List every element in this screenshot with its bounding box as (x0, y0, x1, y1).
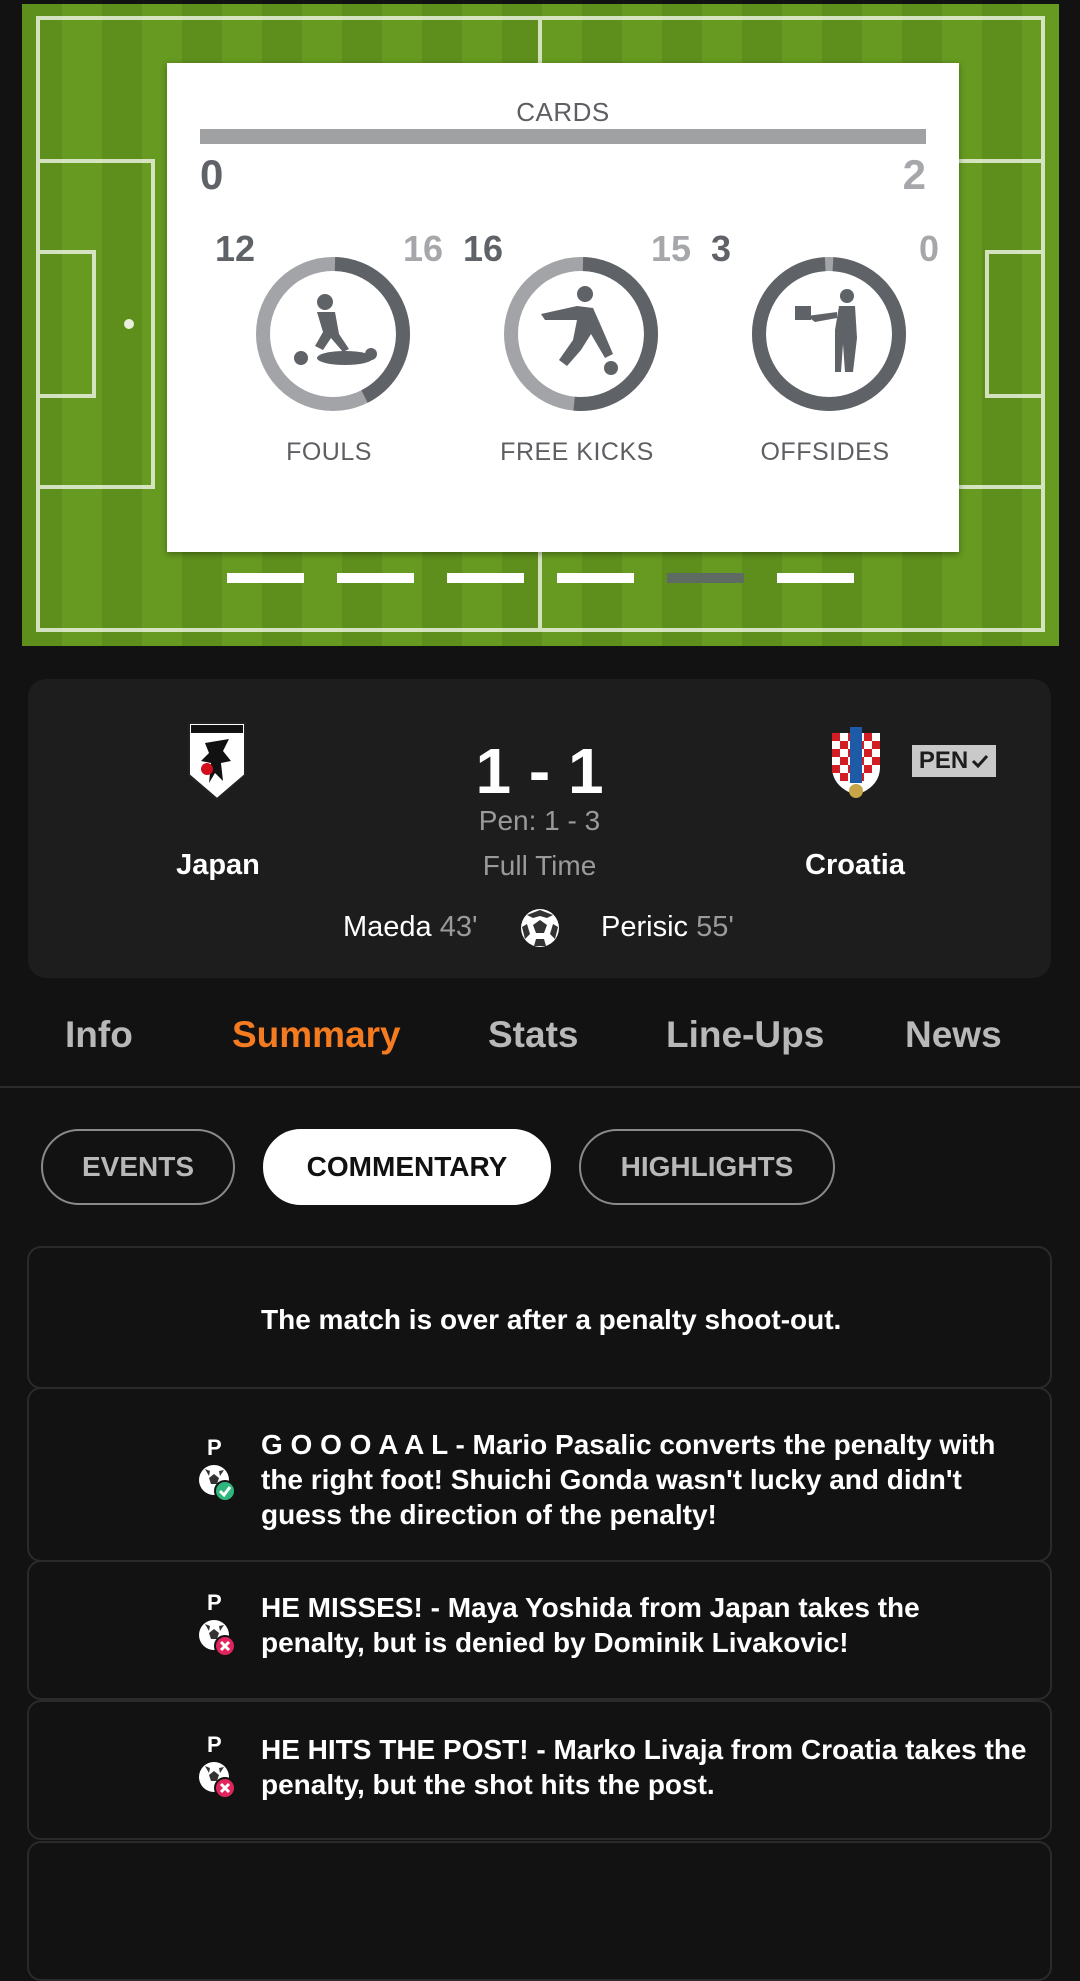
away-scorer-minute: 55' (696, 911, 734, 943)
penalty-scored-icon (199, 1465, 236, 1502)
penalty-missed-icon (199, 1620, 236, 1657)
away-scorer-name: Perisic (601, 911, 689, 943)
commentary-text: The match is over after a penalty shoot-… (261, 1304, 842, 1335)
pager-dot[interactable] (777, 573, 854, 583)
commentary-item (27, 1841, 1052, 1981)
penalty-marker: P (207, 1732, 222, 1757)
chip-events[interactable]: EVENTS (41, 1129, 235, 1205)
match-tabs: Info Summary Stats Line-Ups News (0, 1000, 1080, 1088)
commentary-text: G O O O A A L - Mario Pasalic converts t… (261, 1429, 996, 1530)
carousel-pager (22, 573, 1059, 583)
tab-info[interactable]: Info (65, 1014, 133, 1056)
cards-away-value: 2 (902, 151, 926, 198)
tab-news[interactable]: News (905, 1014, 1002, 1056)
cards-title: CARDS (516, 97, 610, 127)
home-scorer: Maeda 43' (343, 911, 478, 944)
stats-card[interactable]: CARDS 0 2 12 16 FOULS 16 15 FREE KICKS 3… (167, 63, 959, 552)
stat-free-kicks: 16 15 FREE KICKS (453, 228, 701, 498)
cards-home-value: 0 (200, 151, 224, 198)
soccer-ball-icon (521, 909, 559, 947)
croatia-crest-icon[interactable] (826, 723, 886, 801)
stat-offsides: 3 0 OFFSIDES (701, 228, 949, 498)
match-header: Japan 1 - 1 Pen: 1 - 3 Full Time PEN Cro… (28, 679, 1051, 978)
commentary-text: HE HITS THE POST! - Marko Livaja from Cr… (261, 1734, 1027, 1800)
fouls-ring (256, 257, 410, 411)
commentary-item: P G O O O A A L - Mario Pasalic converts… (27, 1387, 1052, 1562)
away-team-name[interactable]: Croatia (745, 849, 965, 882)
offsides-label: OFFSIDES (760, 438, 890, 466)
match-score: 1 - 1 (475, 735, 604, 807)
pitch-background: CARDS 0 2 12 16 FOULS 16 15 FREE KICKS 3… (22, 4, 1059, 646)
free-kicks-home-value: 16 (463, 228, 504, 269)
penalty-score: Pen: 1 - 3 (478, 805, 601, 836)
offside-icon (795, 289, 857, 372)
pager-dot[interactable] (447, 573, 524, 583)
pen-badge-label: PEN (918, 747, 969, 774)
offsides-home-value: 3 (711, 228, 732, 269)
home-scorer-name: Maeda (343, 911, 432, 943)
pager-dot[interactable] (337, 573, 414, 583)
penalty-winner-badge: PEN (912, 745, 996, 777)
offsides-away-value: 0 (918, 228, 939, 269)
offsides-ring (752, 257, 906, 411)
away-scorer: Perisic 55' (601, 911, 734, 944)
tab-stats[interactable]: Stats (488, 1014, 578, 1056)
free-kicks-label: FREE KICKS (500, 438, 654, 466)
foul-icon (294, 294, 377, 365)
pager-dot[interactable] (557, 573, 634, 583)
commentary-item: The match is over after a penalty shoot-… (27, 1246, 1052, 1389)
tab-line-ups[interactable]: Line-Ups (666, 1014, 824, 1056)
chip-highlights[interactable]: HIGHLIGHTS (579, 1129, 835, 1205)
penalty-marker: P (207, 1435, 222, 1460)
chip-commentary[interactable]: COMMENTARY (263, 1129, 551, 1205)
free-kicks-ring (504, 257, 658, 411)
commentary-item: P HE HITS THE POST! - Marko Livaja from … (27, 1700, 1052, 1840)
commentary-item: P HE MISSES! - Maya Yoshida from Japan t… (27, 1560, 1052, 1700)
pager-dot-active[interactable] (667, 573, 744, 583)
check-icon (972, 754, 989, 768)
stat-fouls: 12 16 FOULS (205, 228, 453, 498)
commentary-list: The match is over after a penalty shoot-… (27, 1246, 1052, 1981)
pager-dot[interactable] (227, 573, 304, 583)
fouls-label: FOULS (286, 438, 372, 466)
penalty-missed-icon (199, 1762, 236, 1799)
home-scorer-minute: 43' (439, 911, 478, 943)
penalty-marker: P (207, 1590, 222, 1615)
commentary-text: HE MISSES! - Maya Yoshida from Japan tak… (261, 1592, 920, 1658)
fouls-home-value: 12 (215, 228, 256, 269)
cards-bar (200, 129, 926, 144)
tab-summary[interactable]: Summary (232, 1014, 401, 1056)
free-kick-icon (541, 286, 618, 375)
